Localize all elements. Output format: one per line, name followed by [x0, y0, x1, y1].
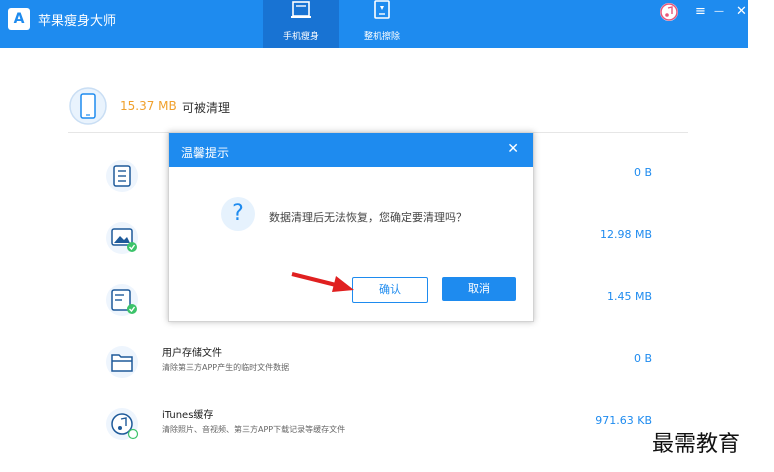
- close-button[interactable]: ✕: [736, 4, 747, 19]
- item-size: 971.63 KB: [595, 414, 652, 427]
- list-item[interactable]: iTunes缓存 清除照片、音视频、第三方APP下载记录等缓存文件 971.63…: [100, 402, 660, 446]
- music-note-icon: [660, 3, 678, 21]
- app-window: A 苹果瘦身大师 手机瘦身 整机擦除 ≡ — ✕ 15.37 MB 可被清理 0…: [0, 0, 748, 472]
- item-desc: 清除第三方APP产生的临时文件数据: [162, 363, 290, 372]
- dialog-message: 数据清理后无法恢复，您确定要清理吗？: [269, 211, 467, 224]
- cancel-button[interactable]: 取消: [442, 277, 516, 301]
- item-title: 用户存储文件: [162, 348, 222, 359]
- phone-clean-icon: [291, 1, 311, 18]
- cleanable-label: 可被清理: [182, 101, 231, 115]
- tab-phone-clean[interactable]: 手机瘦身: [263, 0, 339, 48]
- list-item[interactable]: 用户存储文件 清除第三方APP产生的临时文件数据 0 B: [100, 340, 660, 384]
- list-icon: [106, 160, 138, 192]
- cleanable-size: 15.37 MB: [120, 99, 177, 113]
- question-icon: ?: [221, 197, 255, 231]
- image-icon: [106, 222, 138, 254]
- phone-summary-icon: [69, 87, 107, 125]
- item-size: 12.98 MB: [599, 228, 652, 241]
- item-size: 1.45 MB: [606, 290, 652, 303]
- music-icon: [106, 408, 139, 440]
- item-title: iTunes缓存: [162, 410, 214, 421]
- dialog-title: 温馨提示: [181, 146, 230, 160]
- app-logo: A: [8, 8, 30, 30]
- confirm-button[interactable]: 确认: [352, 277, 428, 303]
- menu-button[interactable]: ≡: [695, 4, 706, 19]
- itunes-button[interactable]: [660, 3, 678, 21]
- dialog-close-button[interactable]: ✕: [507, 141, 519, 157]
- item-desc: 清除照片、音视频、第三方APP下载记录等缓存文件: [162, 425, 346, 434]
- red-arrow-annotation: [291, 272, 354, 292]
- item-size: 0 B: [633, 352, 652, 365]
- tab-label: 整机擦除: [363, 32, 400, 42]
- temp-file-icon: [106, 284, 138, 316]
- item-size: 0 B: [633, 166, 652, 179]
- app-title: 苹果瘦身大师: [38, 14, 117, 29]
- dialog-header: 温馨提示 ✕: [169, 133, 533, 167]
- phone-erase-icon: [374, 0, 390, 19]
- tab-label: 手机瘦身: [282, 32, 319, 42]
- folder-icon: [106, 346, 138, 378]
- tab-phone-erase[interactable]: 整机擦除: [344, 0, 420, 48]
- title-bar: A 苹果瘦身大师 手机瘦身 整机擦除 ≡ — ✕: [0, 0, 748, 48]
- watermark: 最需教育: [652, 432, 741, 457]
- minimize-button[interactable]: —: [714, 6, 724, 17]
